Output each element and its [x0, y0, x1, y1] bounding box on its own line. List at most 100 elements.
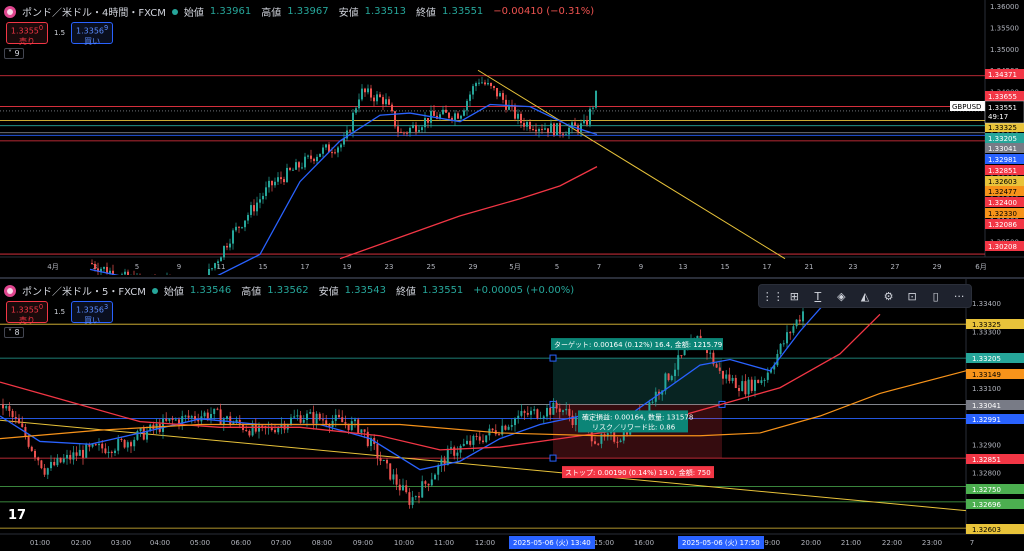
candle-body [424, 481, 427, 484]
settings-icon[interactable]: ⚙ [880, 290, 898, 303]
candle-body [514, 105, 516, 119]
candle-body [550, 123, 552, 133]
candle-body [392, 474, 395, 480]
buy-button[interactable]: 1.33563 買い [71, 301, 114, 325]
candle-body [398, 484, 401, 491]
candle-body [78, 449, 81, 456]
price-tag-text: 1.32603 [988, 178, 1017, 186]
candle-body [389, 463, 392, 480]
time-axis-tick: 05:00 [190, 539, 210, 547]
line-color-icon[interactable]: ◭ [856, 290, 874, 303]
buy-label: 買い [84, 315, 101, 325]
legend-5m: ポンド／米ドル・5・FXCM 始値 1.33546 高値 1.33562 安値 1.3… [4, 283, 574, 298]
fill-color-icon[interactable]: ◈ [832, 290, 850, 303]
indicators-toggle[interactable]: ˅ 8 [4, 327, 24, 338]
candle-body [142, 428, 145, 440]
candle-body [337, 147, 339, 153]
chart-pane-4h[interactable]: 1.360001.355001.350001.345001.340001.335… [0, 0, 1024, 275]
lock-icon[interactable]: ⊡ [903, 290, 921, 303]
time-axis-tick: 16:00 [634, 539, 654, 547]
candle-body [670, 376, 673, 381]
price-tag-text: 1.33205 [988, 135, 1017, 143]
candle-body [674, 369, 676, 377]
candle-body [126, 442, 129, 448]
chart-canvas-5m[interactable]: 1.334001.333001.332001.331001.330001.329… [0, 279, 1024, 551]
candle-body [360, 429, 363, 433]
time-axis-tick: 17 [763, 263, 772, 271]
candle-body [217, 261, 219, 264]
indicators-toggle[interactable]: ˅ 9 [4, 48, 24, 59]
chart-pane-5m[interactable]: 1.334001.333001.332001.331001.330001.329… [0, 277, 1024, 551]
candle-body [616, 441, 619, 443]
text-tool-icon[interactable]: T [809, 290, 827, 303]
candle-body [565, 408, 568, 411]
sell-button[interactable]: 1.33550 売り [6, 22, 48, 46]
candle-body [69, 454, 72, 460]
candle-body [251, 423, 254, 436]
candle-body [568, 127, 570, 135]
candle-body [127, 271, 129, 275]
price-axis-tick: 1.32900 [972, 441, 1001, 449]
candle-body [552, 402, 555, 415]
candle-body [583, 120, 585, 124]
time-axis-tick: 9 [639, 263, 643, 271]
candle-body [565, 134, 567, 136]
candle-body [194, 416, 196, 420]
candle-body [382, 97, 384, 105]
sell-label: 売り [19, 36, 35, 46]
candle-body [493, 86, 495, 88]
candle-body [415, 124, 417, 132]
candle-body [350, 421, 353, 431]
candle-body [536, 409, 539, 419]
chart-canvas-4h[interactable]: 1.360001.355001.350001.345001.340001.335… [0, 0, 1024, 275]
candle-body [174, 419, 177, 421]
candle-body [507, 426, 510, 430]
candle-body [469, 440, 472, 445]
trash-icon[interactable]: ▯ [927, 290, 945, 303]
candle-body [358, 99, 360, 109]
candle-body [442, 109, 444, 115]
candle-body [499, 93, 501, 97]
time-axis-tick: 07:00 [271, 539, 291, 547]
candle-body [354, 419, 356, 422]
candle-body [98, 443, 100, 446]
buy-button[interactable]: 1.33569 買い [71, 22, 114, 46]
candle-body [402, 485, 404, 491]
candle-body [5, 406, 8, 409]
sell-button[interactable]: 1.33550 売り [6, 301, 48, 325]
candle-body [533, 409, 536, 411]
candle-body [619, 440, 622, 443]
ohlc-low-label: 安値 [338, 8, 359, 19]
candle-body [382, 460, 385, 462]
candle-body [30, 446, 33, 451]
candle-body [448, 112, 450, 118]
candle-body [520, 113, 522, 123]
candle-body [747, 379, 750, 395]
candle-body [289, 167, 291, 170]
candle-body [8, 406, 11, 411]
candle-body [595, 90, 597, 108]
candle-body [310, 155, 312, 159]
more-icon[interactable]: ··· [950, 290, 968, 303]
candle-body [795, 319, 798, 327]
time-axis-tick: 23:00 [922, 539, 942, 547]
time-axis-tick: 23 [849, 263, 858, 271]
candle-body [517, 113, 519, 119]
candle-body [391, 104, 393, 112]
candle-body [376, 443, 379, 459]
trade-buttons-4h: 1.33550 売り 1.5 1.33569 買い [6, 22, 114, 46]
symbol-title[interactable]: ポンド／米ドル・5・FXCM [22, 283, 146, 298]
symbol-title[interactable]: ポンド／米ドル・4時間・FXCM [22, 4, 166, 19]
price-tag-text: 1.32330 [988, 210, 1017, 218]
candle-body [316, 156, 318, 162]
candle-body [792, 326, 795, 333]
candle-body [526, 121, 528, 127]
candle-body [190, 416, 193, 418]
time-axis-tick: 04:00 [150, 539, 170, 547]
ohlc-high-value: 1.33562 [267, 285, 309, 296]
drag-handle-icon[interactable]: ⋮⋮ [762, 290, 784, 303]
time-axis-tick: 9 [177, 263, 181, 271]
trade-buttons-5m: 1.33550 売り 1.5 1.33563 買い [6, 301, 114, 325]
layout-icon[interactable]: ⊞ [785, 290, 803, 303]
price-tag-text: 1.33325 [972, 321, 1001, 329]
